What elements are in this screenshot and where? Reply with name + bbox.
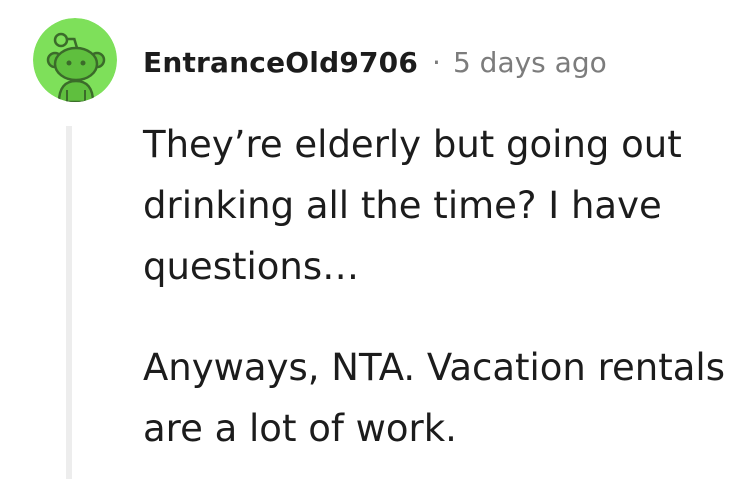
reddit-snoo-avatar-icon [33,18,117,102]
user-avatar[interactable] [33,18,117,102]
comment-timestamp[interactable]: 5 days ago [453,46,607,79]
meta-separator: · [432,45,441,79]
comment-body: They’re elderly but going out drinking a… [143,114,733,459]
comment-paragraph: Anyways, NTA. Vacation rentals are a lot… [143,346,725,450]
username-link[interactable]: EntranceOld9706 [143,46,418,79]
thread-collapse-line[interactable] [66,126,72,479]
comment-paragraph: They’re elderly but going out drinking a… [143,123,682,288]
comment-meta: EntranceOld9706 · 5 days ago [143,40,607,84]
comment: EntranceOld9706 · 5 days ago They’re eld… [0,0,747,479]
